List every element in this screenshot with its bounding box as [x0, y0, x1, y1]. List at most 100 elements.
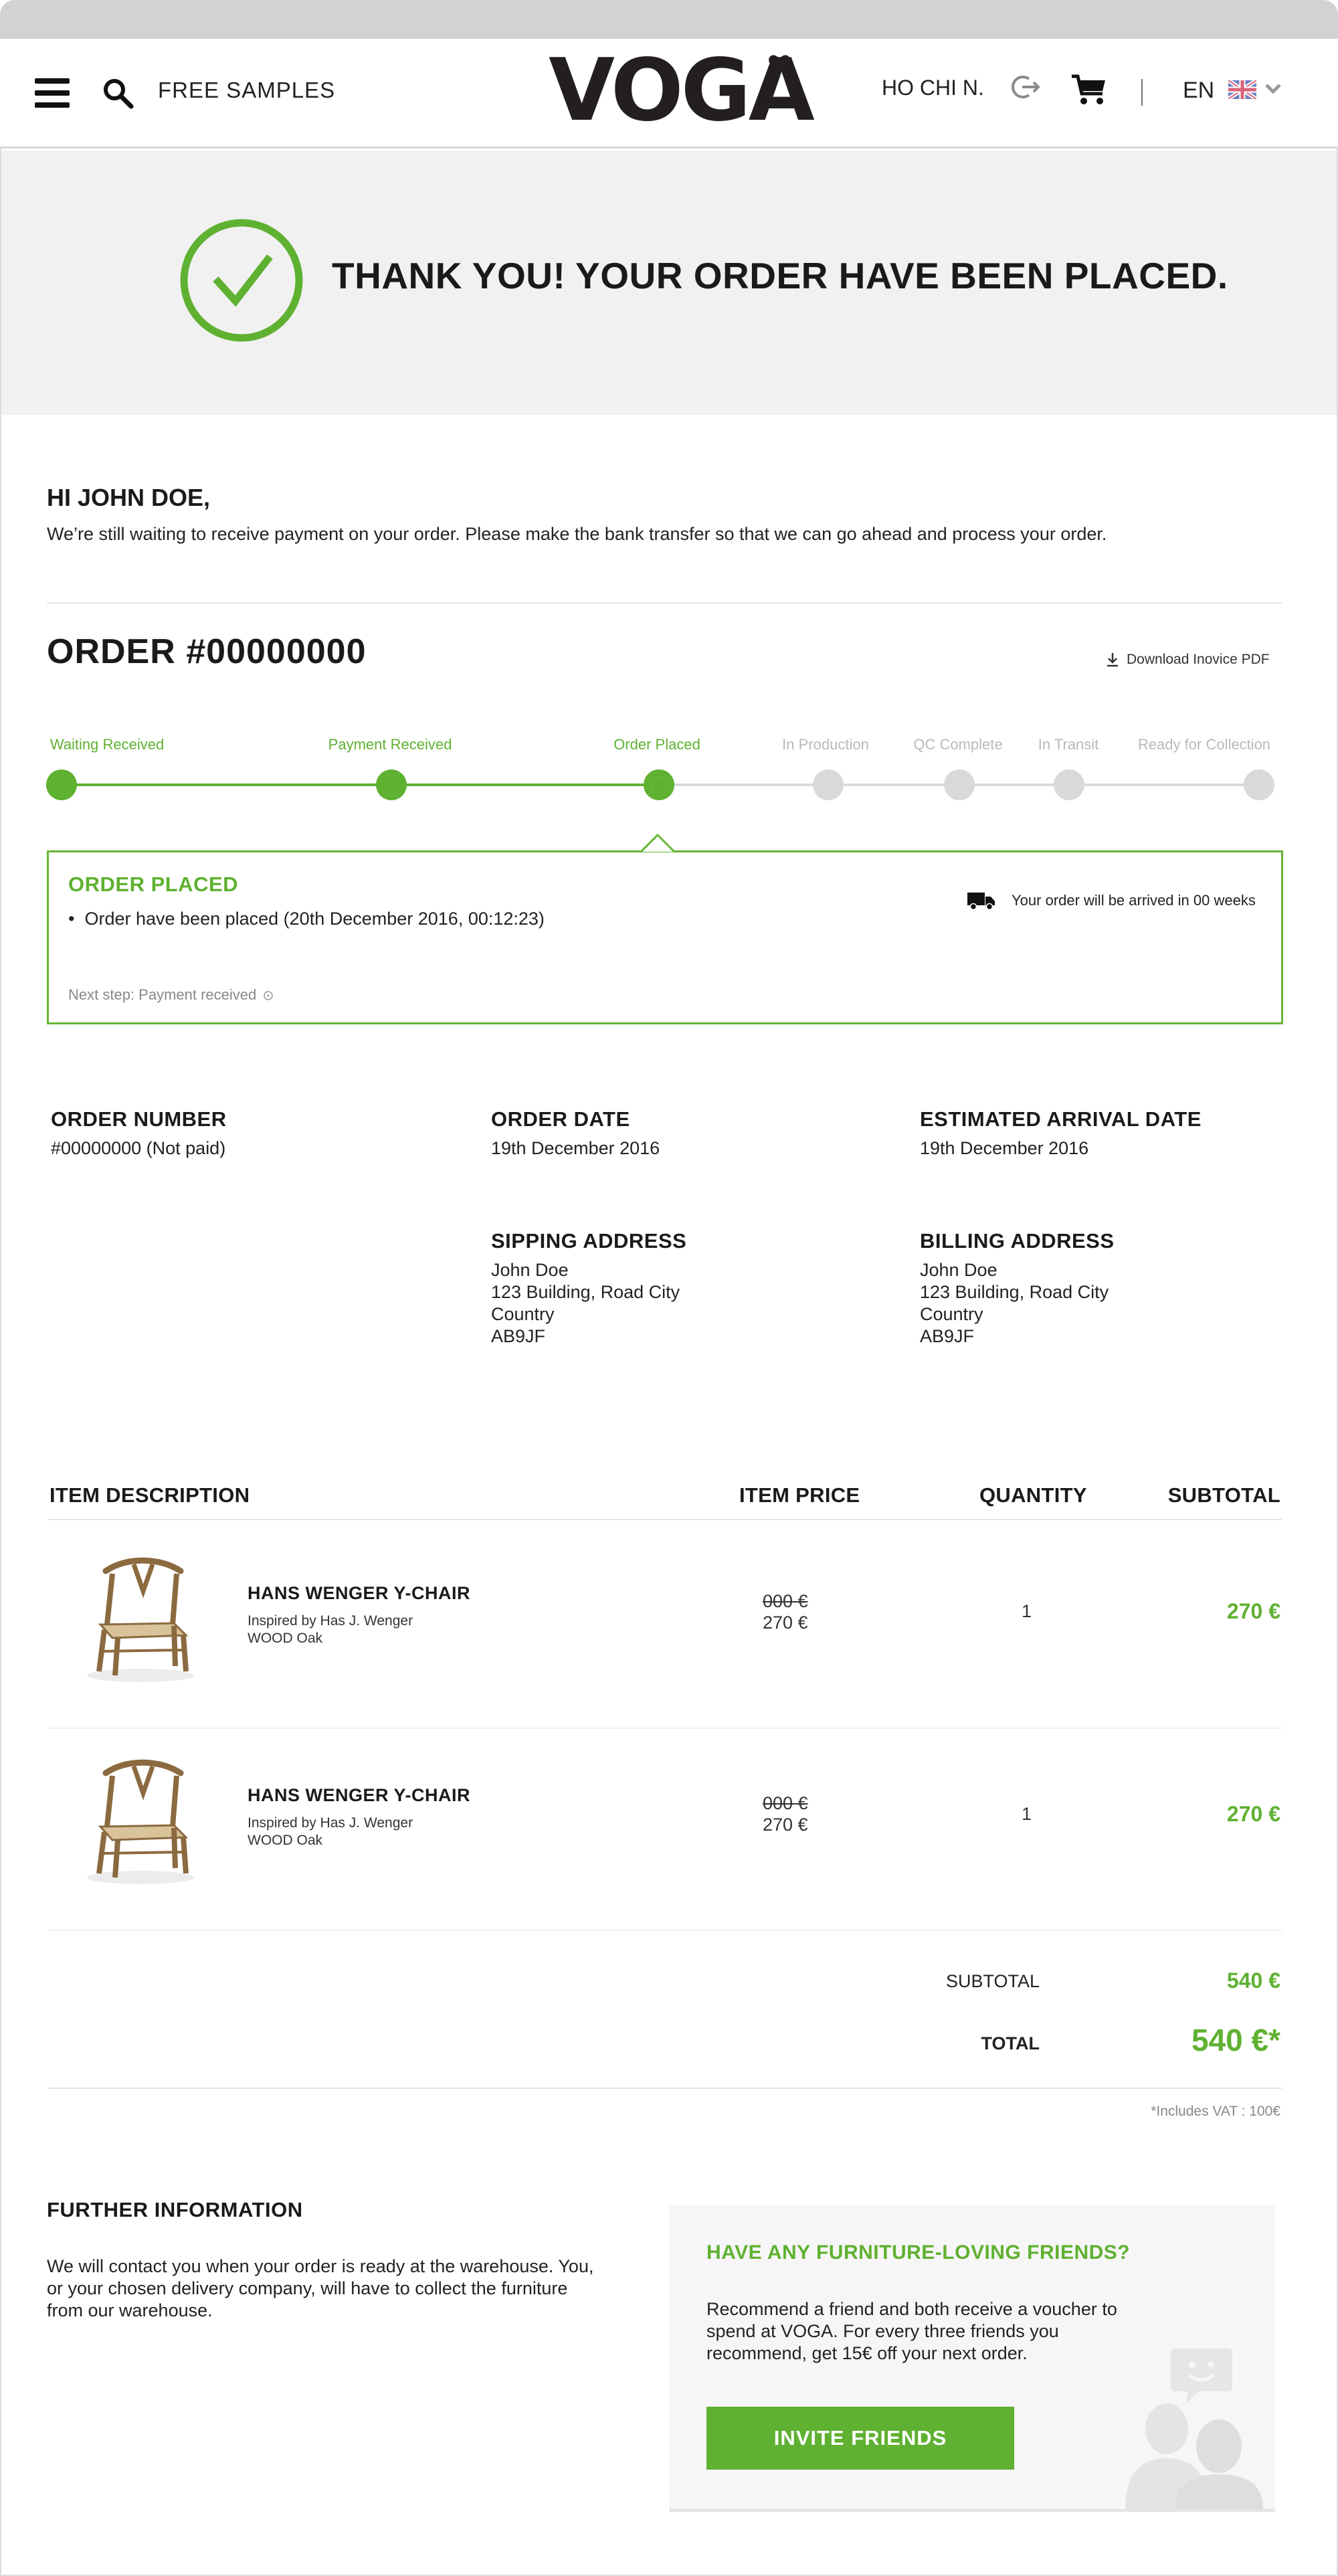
item-old-price: 000 €: [763, 1591, 808, 1611]
billing-line: Country: [920, 1304, 983, 1324]
order-number-label: ORDER NUMBER: [51, 1107, 227, 1131]
total-value: 540 €*: [1191, 2023, 1280, 2057]
col-header-subtotal: SUBTOTAL: [1167, 1483, 1280, 1507]
row-divider: [48, 1728, 1282, 1729]
progress-step-dot[interactable]: [813, 769, 844, 800]
uk-flag-icon[interactable]: [1228, 80, 1256, 99]
item-name[interactable]: HANS WENGER Y-CHAIR: [248, 1785, 470, 1806]
progress-line: [62, 784, 391, 786]
logout-icon[interactable]: [1010, 74, 1041, 100]
progress-step-label: In Transit: [1038, 736, 1099, 753]
cart-icon[interactable]: [1070, 72, 1108, 106]
arrival-estimate: Your order will be arrived in 00 weeks: [967, 891, 1256, 910]
progress-line: [828, 784, 959, 786]
progress-step-dot[interactable]: [1244, 769, 1274, 800]
item-quantity: 1: [1022, 1804, 1032, 1824]
table-header-divider: [48, 1519, 1282, 1520]
check-circle-icon: [180, 219, 303, 342]
chair-image[interactable]: [74, 1551, 207, 1685]
item-name[interactable]: HANS WENGER Y-CHAIR: [248, 1583, 470, 1604]
shipping-address: John Doe 123 Building, Road City Country…: [491, 1259, 680, 1348]
order-date-value: 19th December 2016: [491, 1138, 660, 1158]
item-details: Inspired by Has J. Wenger WOOD Oak: [248, 1815, 413, 1849]
progress-step-label: Payment Received: [328, 736, 452, 753]
item-details: Inspired by Has J. Wenger WOOD Oak: [248, 1613, 413, 1647]
next-step-text: Next step: Payment received: [68, 986, 257, 1003]
status-title: ORDER PLACED: [68, 872, 239, 896]
confirmation-title: THANK YOU! YOUR ORDER HAVE BEEN PLACED.: [332, 255, 1228, 296]
browser-top-strip: [0, 0, 1338, 39]
item-old-price: 000 €: [763, 1793, 808, 1813]
progress-step-dot[interactable]: [46, 769, 77, 800]
chevron-down-icon[interactable]: [1264, 83, 1282, 95]
arrival-text: Your order will be arrived in 00 weeks: [1012, 892, 1256, 909]
further-info-title: FURTHER INFORMATION: [47, 2198, 303, 2221]
shipping-line: 123 Building, Road City: [491, 1282, 680, 1302]
progress-line: [1069, 784, 1259, 786]
total-label: TOTAL: [981, 2033, 1040, 2053]
item-subtotal: 270 €: [1226, 1599, 1280, 1623]
further-info-text: We will contact you when your order is r…: [47, 2256, 594, 2320]
order-number-value: #00000000 (Not paid): [51, 1138, 226, 1158]
billing-line: 123 Building, Road City: [920, 1282, 1109, 1302]
progress-step-label: QC Complete: [913, 736, 1003, 753]
vat-note: *Includes VAT : 100€: [1151, 2104, 1280, 2119]
progress-step-dot[interactable]: [944, 769, 975, 800]
chair-image[interactable]: [74, 1753, 207, 1887]
item-material: WOOD Oak: [248, 1833, 323, 1848]
free-samples-link[interactable]: FREE SAMPLES: [158, 78, 335, 103]
arrival-date-label: ESTIMATED ARRIVAL DATE: [920, 1107, 1202, 1131]
progress-step-dot[interactable]: [1054, 769, 1084, 800]
greeting-title: HI JOHN DOE,: [47, 484, 211, 511]
heart-icon: [769, 55, 790, 74]
download-invoice-label: Download Inovice PDF: [1127, 652, 1270, 667]
order-title: ORDER #00000000: [47, 632, 367, 671]
status-panel-pointer: [641, 834, 674, 852]
status-bullet-text: Order have been placed (20th December 20…: [84, 909, 545, 929]
language-selector[interactable]: EN: [1183, 78, 1214, 104]
item-price: 270 €: [763, 1613, 808, 1633]
header-divider: [1141, 79, 1143, 106]
download-invoice-link[interactable]: Download Inovice PDF: [1105, 652, 1270, 668]
totals-divider: [48, 2088, 1282, 2089]
progress-step-label: Order Placed: [613, 736, 700, 753]
progress-step-dot[interactable]: [376, 769, 407, 800]
billing-line: John Doe: [920, 1260, 997, 1280]
billing-address: John Doe 123 Building, Road City Country…: [920, 1259, 1109, 1348]
status-bullet: • Order have been placed (20th December …: [68, 909, 545, 929]
progress-line: [659, 784, 828, 786]
referral-text: Recommend a friend and both receive a vo…: [706, 2299, 1117, 2363]
friends-chat-icon: [1125, 2349, 1263, 2509]
billing-address-label: BILLING ADDRESS: [920, 1229, 1115, 1253]
divider: [47, 602, 1282, 604]
item-price: 270 €: [763, 1815, 808, 1835]
subtotal-label: SUBTOTAL: [945, 1971, 1040, 1991]
progress-step-label: In Production: [782, 736, 869, 753]
billing-line: AB9JF: [920, 1326, 975, 1346]
shipping-line: AB9JF: [491, 1326, 546, 1346]
progress-current-marker: [654, 780, 664, 790]
menu-icon[interactable]: [35, 78, 70, 108]
progress-step-label: Ready for Collection: [1137, 736, 1271, 753]
info-icon[interactable]: [263, 990, 274, 1001]
search-icon[interactable]: [102, 77, 134, 109]
progress-step-label: Waiting Received: [50, 736, 165, 753]
location-selector[interactable]: HO CHI N.: [882, 76, 984, 100]
shipping-address-label: SIPPING ADDRESS: [491, 1229, 687, 1253]
item-material: WOOD Oak: [248, 1631, 323, 1646]
progress-line: [959, 784, 1069, 786]
item-designer: Inspired by Has J. Wenger: [248, 1613, 413, 1629]
next-step: Next step: Payment received: [68, 986, 274, 1004]
truck-icon: [967, 893, 995, 910]
download-icon: [1107, 653, 1118, 667]
item-subtotal: 270 €: [1226, 1802, 1280, 1826]
shipping-line: John Doe: [491, 1260, 569, 1280]
order-date-label: ORDER DATE: [491, 1107, 630, 1131]
item-designer: Inspired by Has J. Wenger: [248, 1815, 413, 1831]
progress-line: [391, 784, 659, 786]
greeting-message: We’re still waiting to receive payment o…: [47, 524, 1107, 544]
invite-friends-button[interactable]: INVITE FRIENDS: [706, 2407, 1014, 2470]
arrival-date-value: 19th December 2016: [920, 1138, 1089, 1158]
col-header-quantity: QUANTITY: [979, 1483, 1087, 1507]
item-quantity: 1: [1022, 1601, 1032, 1621]
